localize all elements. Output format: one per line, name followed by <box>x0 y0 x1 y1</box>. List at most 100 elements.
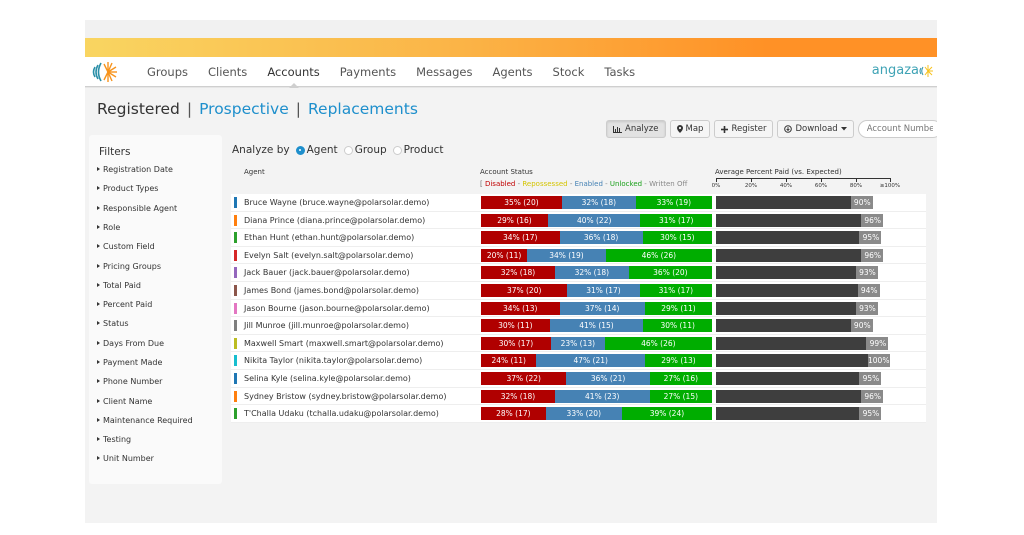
status-segment-unlocked[interactable]: 27% (16) <box>649 371 712 385</box>
paid-column-header[interactable]: Average Percent Paid (vs. Expected) <box>715 168 842 176</box>
filter-days-from-due[interactable]: Days From Due <box>97 339 164 348</box>
status-segment-enabled[interactable]: 32% (18) <box>554 266 629 280</box>
agent-name[interactable]: Sydney Bristow (sydney.bristow@polarsola… <box>244 388 447 405</box>
filter-testing[interactable]: Testing <box>97 435 131 444</box>
nav-stock[interactable]: Stock <box>543 57 595 87</box>
status-segment-disabled[interactable]: 32% (18) <box>481 266 555 280</box>
status-segment-unlocked[interactable]: 29% (11) <box>645 301 712 315</box>
status-segment-enabled[interactable]: 41% (15) <box>549 319 644 333</box>
agent-name[interactable]: Jill Munroe (jill.munroe@polarsolar.demo… <box>244 317 409 334</box>
filter-responsible-agent[interactable]: Responsible Agent <box>97 204 177 213</box>
status-segment-unlocked[interactable]: 31% (17) <box>640 213 712 227</box>
filter-percent-paid[interactable]: Percent Paid <box>97 300 152 309</box>
agent-name[interactable]: T'Challa Udaku (tchalla.udaku@polarsolar… <box>244 405 439 422</box>
account-number-input[interactable] <box>857 120 937 138</box>
nav-accounts[interactable]: Accounts <box>257 57 329 88</box>
status-segment-disabled[interactable]: 29% (16) <box>481 213 548 227</box>
nav-agents[interactable]: Agents <box>483 57 543 87</box>
status-segment-enabled[interactable]: 41% (23) <box>554 389 650 403</box>
legend-unlocked[interactable]: Unlocked <box>610 180 642 188</box>
filter-registration-date[interactable]: Registration Date <box>97 165 173 174</box>
tab-prospective[interactable]: Prospective <box>199 100 289 118</box>
tab-replacements[interactable]: Replacements <box>308 100 418 118</box>
agent-column-header[interactable]: Agent <box>244 168 265 176</box>
table-row[interactable]: Nikita Taylor (nikita.taylor@polarsolar.… <box>231 352 926 370</box>
status-segment-unlocked[interactable]: 33% (19) <box>635 196 712 209</box>
filter-pricing-groups[interactable]: Pricing Groups <box>97 262 161 271</box>
agent-name[interactable]: Nikita Taylor (nikita.taylor@polarsolar.… <box>244 352 422 369</box>
agent-name[interactable]: Maxwell Smart (maxwell.smart@polarsolar.… <box>244 335 444 352</box>
status-segment-unlocked[interactable]: 46% (26) <box>605 248 712 262</box>
filter-product-types[interactable]: Product Types <box>97 184 158 193</box>
status-segment-enabled[interactable]: 40% (22) <box>547 213 641 227</box>
radio-agent[interactable]: Agent <box>295 144 338 156</box>
table-row[interactable]: Jason Bourne (jason.bourne@polarsolar.de… <box>231 299 926 318</box>
status-column-header[interactable]: Account Status <box>480 168 533 176</box>
agent-name[interactable]: Diana Prince (diana.prince@polarsolar.de… <box>244 212 425 229</box>
status-segment-enabled[interactable]: 37% (14) <box>559 301 645 315</box>
filter-role[interactable]: Role <box>97 223 120 232</box>
map-button[interactable]: Map <box>669 120 711 138</box>
legend-enabled[interactable]: Enabled <box>575 180 603 188</box>
status-segment-unlocked[interactable]: 39% (24) <box>621 407 712 421</box>
status-segment-unlocked[interactable]: 30% (11) <box>643 319 712 333</box>
status-segment-disabled[interactable]: 30% (17) <box>481 336 551 350</box>
table-row[interactable]: T'Challa Udaku (tchalla.udaku@polarsolar… <box>231 405 926 423</box>
legend-repossessed[interactable]: Repossessed <box>522 180 567 188</box>
filter-total-paid[interactable]: Total Paid <box>97 281 141 290</box>
tab-registered[interactable]: Registered <box>97 100 180 118</box>
status-segment-unlocked[interactable]: 27% (15) <box>649 389 712 403</box>
status-segment-enabled[interactable]: 36% (18) <box>559 231 643 245</box>
table-row[interactable]: Jack Bauer (jack.bauer@polarsolar.demo) 3… <box>231 264 926 282</box>
status-segment-enabled[interactable]: 33% (20) <box>545 407 622 421</box>
status-segment-disabled[interactable]: 35% (20) <box>481 196 562 209</box>
table-row[interactable]: Selina Kyle (selina.kyle@polarsolar.demo… <box>231 369 926 388</box>
filter-maintenance-required[interactable]: Maintenance Required <box>97 416 193 425</box>
table-row[interactable]: James Bond (james.bond@polarsolar.demo) 3… <box>231 281 926 300</box>
nav-groups[interactable]: Groups <box>137 57 198 87</box>
radio-group[interactable]: Group <box>343 144 387 156</box>
nav-payments[interactable]: Payments <box>330 57 406 87</box>
table-row[interactable]: Jill Munroe (jill.munroe@polarsolar.demo… <box>231 317 926 335</box>
filter-unit-number[interactable]: Unit Number <box>97 454 154 463</box>
download-button[interactable]: Download <box>777 120 854 138</box>
nav-clients[interactable]: Clients <box>198 57 257 87</box>
table-row[interactable]: Diana Prince (diana.prince@polarsolar.de… <box>231 211 926 230</box>
status-segment-enabled[interactable]: 34% (19) <box>527 248 606 262</box>
status-segment-disabled[interactable]: 34% (17) <box>481 231 560 245</box>
agent-name[interactable]: Jack Bauer (jack.bauer@polarsolar.demo) <box>244 264 410 281</box>
table-row[interactable]: Bruce Wayne (bruce.wayne@polarsolar.demo… <box>231 194 926 212</box>
status-segment-disabled[interactable]: 20% (11) <box>481 248 528 262</box>
status-segment-disabled[interactable]: 34% (13) <box>481 301 560 315</box>
table-row[interactable]: Maxwell Smart (maxwell.smart@polarsolar.… <box>231 334 926 353</box>
agent-name[interactable]: Ethan Hunt (ethan.hunt@polarsolar.demo) <box>244 229 414 246</box>
status-segment-enabled[interactable]: 32% (18) <box>561 196 636 209</box>
agent-name[interactable]: Bruce Wayne (bruce.wayne@polarsolar.demo… <box>244 194 429 211</box>
agent-name[interactable]: Evelyn Salt (evelyn.salt@polarsolar.demo… <box>244 247 413 264</box>
status-segment-unlocked[interactable]: 30% (15) <box>642 231 712 245</box>
legend-disabled[interactable]: Disabled <box>485 180 515 188</box>
status-segment-unlocked[interactable]: 36% (20) <box>628 266 712 280</box>
agent-name[interactable]: Selina Kyle (selina.kyle@polarsolar.demo… <box>244 370 411 387</box>
status-segment-unlocked[interactable]: 46% (26) <box>604 336 712 350</box>
status-segment-enabled[interactable]: 23% (13) <box>551 336 605 350</box>
table-row[interactable]: Ethan Hunt (ethan.hunt@polarsolar.demo) 3… <box>231 229 926 247</box>
nav-messages[interactable]: Messages <box>406 57 482 87</box>
status-segment-disabled[interactable]: 32% (18) <box>481 389 555 403</box>
agent-name[interactable]: James Bond (james.bond@polarsolar.demo) <box>244 282 419 299</box>
filter-custom-field[interactable]: Custom Field <box>97 242 155 251</box>
status-segment-enabled[interactable]: 47% (21) <box>536 354 645 368</box>
table-row[interactable]: Sydney Bristow (sydney.bristow@polarsola… <box>231 387 926 406</box>
table-row[interactable]: Evelyn Salt (evelyn.salt@polarsolar.demo… <box>231 246 926 265</box>
register-button[interactable]: Register <box>714 120 774 138</box>
analyze-button[interactable]: Analyze <box>606 120 666 138</box>
status-segment-disabled[interactable]: 28% (17) <box>481 407 546 421</box>
status-segment-disabled[interactable]: 37% (20) <box>481 283 568 297</box>
filter-status[interactable]: Status <box>97 319 129 328</box>
status-segment-enabled[interactable]: 36% (21) <box>566 371 650 385</box>
filter-client-name[interactable]: Client Name <box>97 397 152 406</box>
status-segment-disabled[interactable]: 30% (11) <box>481 319 550 333</box>
radio-product[interactable]: Product <box>392 144 444 156</box>
nav-tasks[interactable]: Tasks <box>594 57 645 87</box>
agent-name[interactable]: Jason Bourne (jason.bourne@polarsolar.de… <box>244 300 430 317</box>
